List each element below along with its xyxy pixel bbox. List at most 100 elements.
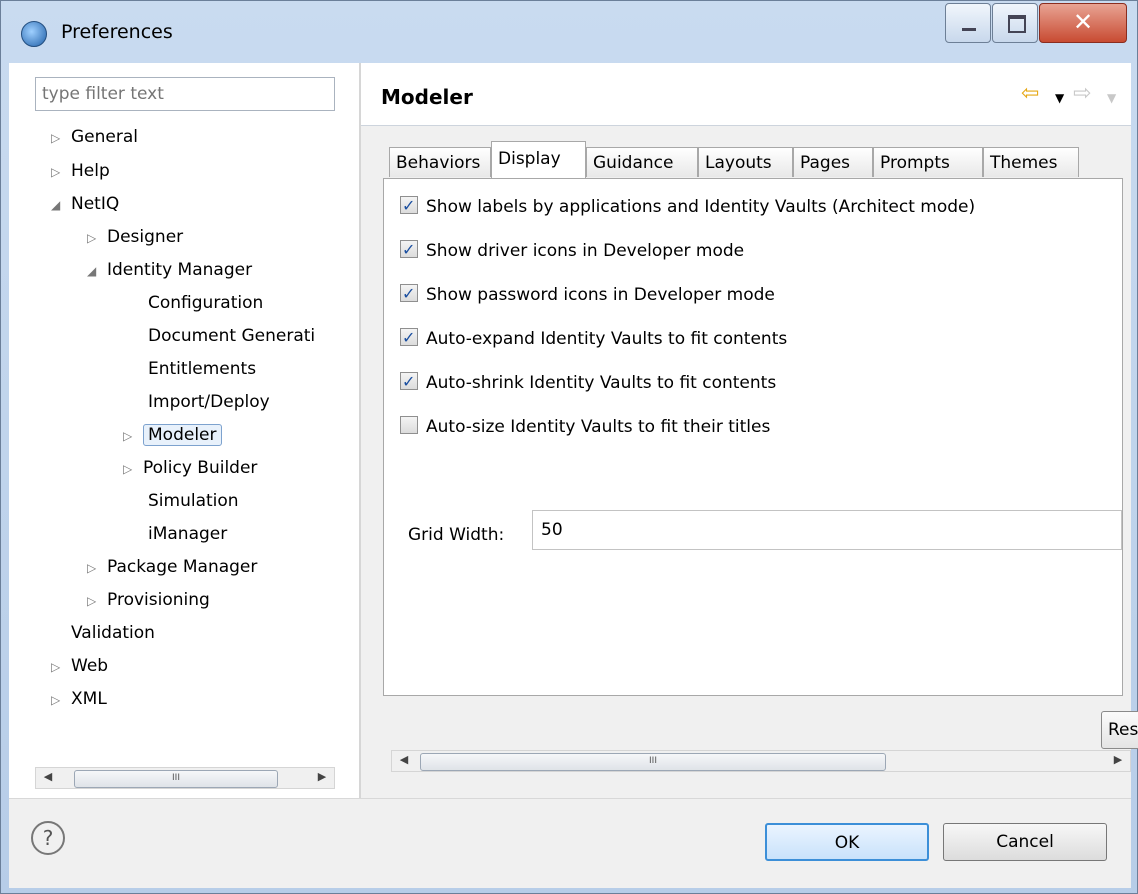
title-bar[interactable]: Preferences ✕ bbox=[1, 1, 1137, 63]
tree-item-label: iManager bbox=[148, 524, 228, 544]
close-icon: ✕ bbox=[1072, 8, 1094, 36]
expand-arrow-icon[interactable]: ▷ bbox=[87, 224, 107, 252]
checkbox[interactable] bbox=[400, 192, 418, 220]
tree-item-label: Document Generati bbox=[148, 326, 316, 346]
collapse-arrow-icon[interactable]: ◢ bbox=[87, 257, 107, 285]
option-label: Auto-expand Identity Vaults to fit conte… bbox=[426, 329, 788, 349]
tree-item-label: Designer bbox=[107, 227, 184, 247]
scroll-right-icon[interactable]: ▶ bbox=[1108, 753, 1128, 766]
expand-arrow-icon[interactable]: ▷ bbox=[51, 124, 71, 152]
tree-item-identity-manager[interactable]: ◢ Identity Manager bbox=[87, 256, 252, 284]
preference-tree-pane: ▷General ▷Help ◢NetIQ ▷Designer ◢Identit… bbox=[9, 63, 359, 798]
tree-item-package-manager[interactable]: ▷ Package Manager bbox=[87, 553, 257, 581]
minimize-button[interactable] bbox=[945, 3, 991, 43]
tree-item-label: Configuration bbox=[148, 293, 264, 313]
tab-guidance[interactable]: Guidance bbox=[586, 147, 698, 177]
scroll-left-icon[interactable]: ◀ bbox=[38, 770, 58, 783]
expand-arrow-icon[interactable]: ▷ bbox=[123, 422, 143, 450]
tree-item-help[interactable]: ▷ Help bbox=[51, 157, 110, 185]
option-label: Show password icons in Developer mode bbox=[426, 285, 775, 305]
back-dropdown-icon[interactable]: ▼ bbox=[1055, 91, 1064, 105]
tree-item-imanager[interactable]: iManager bbox=[148, 520, 227, 548]
close-button[interactable]: ✕ bbox=[1039, 3, 1127, 43]
expand-arrow-icon[interactable]: ▷ bbox=[51, 653, 71, 681]
ok-button[interactable]: OK bbox=[765, 823, 929, 861]
tree-item-import-deploy[interactable]: Import/Deploy bbox=[148, 388, 270, 416]
tree-item-label: Entitlements bbox=[148, 359, 257, 379]
window-title: Preferences bbox=[61, 21, 173, 43]
collapse-arrow-icon[interactable]: ◢ bbox=[51, 191, 71, 219]
button-bar: ? OK Cancel bbox=[9, 798, 1131, 888]
tree-item-designer[interactable]: ▷ Designer bbox=[87, 223, 183, 251]
tab-pages[interactable]: Pages bbox=[793, 147, 873, 177]
dialog-body: ▷General ▷Help ◢NetIQ ▷Designer ◢Identit… bbox=[9, 63, 1138, 888]
display-tab-panel: Show labels by applications and Identity… bbox=[383, 178, 1123, 696]
forward-arrow-icon[interactable]: ⇨ bbox=[1073, 81, 1091, 106]
tree-item-web[interactable]: ▷ Web bbox=[51, 652, 108, 680]
checkbox[interactable] bbox=[400, 236, 418, 264]
expand-arrow-icon[interactable]: ▷ bbox=[87, 587, 107, 615]
checkbox[interactable] bbox=[400, 280, 418, 308]
tree-item-netiq[interactable]: ◢ NetIQ bbox=[51, 190, 119, 218]
forward-dropdown-icon[interactable]: ▼ bbox=[1107, 91, 1116, 105]
checkbox[interactable] bbox=[400, 416, 418, 434]
tree-item-entitlements[interactable]: Entitlements bbox=[148, 355, 256, 383]
option-label: Show labels by applications and Identity… bbox=[426, 197, 976, 217]
tab-prompts[interactable]: Prompts bbox=[873, 147, 983, 177]
tree-item-document-generation[interactable]: Document Generati bbox=[148, 322, 315, 350]
help-icon[interactable]: ? bbox=[31, 821, 65, 855]
tree-item-label: Provisioning bbox=[107, 590, 210, 610]
tree-item-label: General bbox=[71, 127, 138, 147]
filter-input[interactable] bbox=[35, 77, 335, 111]
scrollbar-thumb[interactable]: III bbox=[420, 753, 886, 771]
tree-item-label: Validation bbox=[71, 623, 155, 643]
tree-item-configuration[interactable]: Configuration bbox=[148, 289, 263, 317]
option-show-driver-icons[interactable]: Show driver icons in Developer mode bbox=[400, 236, 745, 265]
grid-width-input[interactable] bbox=[532, 510, 1122, 550]
expand-arrow-icon[interactable]: ▷ bbox=[87, 554, 107, 582]
tree-item-label: XML bbox=[71, 689, 107, 709]
option-auto-shrink[interactable]: Auto-shrink Identity Vaults to fit conte… bbox=[400, 368, 777, 397]
back-arrow-icon[interactable]: ⇦ bbox=[1021, 81, 1039, 106]
tree-item-label-selected: Modeler bbox=[143, 424, 222, 446]
option-auto-expand[interactable]: Auto-expand Identity Vaults to fit conte… bbox=[400, 324, 788, 353]
eclipse-app-icon bbox=[21, 21, 47, 47]
maximize-button[interactable] bbox=[992, 3, 1038, 43]
tree-item-simulation[interactable]: Simulation bbox=[148, 487, 239, 515]
option-label: Auto-shrink Identity Vaults to fit conte… bbox=[426, 373, 777, 393]
scrollbar-thumb[interactable]: III bbox=[74, 770, 278, 788]
checkbox[interactable] bbox=[400, 368, 418, 396]
tree-item-xml[interactable]: ▷ XML bbox=[51, 685, 107, 713]
tab-behaviors[interactable]: Behaviors bbox=[389, 147, 491, 177]
tree-item-modeler[interactable]: ▷ Modeler bbox=[123, 421, 222, 449]
tree-item-label: Package Manager bbox=[107, 557, 258, 577]
option-show-labels[interactable]: Show labels by applications and Identity… bbox=[400, 192, 976, 221]
scroll-right-icon[interactable]: ▶ bbox=[312, 770, 332, 783]
expand-arrow-icon[interactable]: ▷ bbox=[123, 455, 143, 483]
tree-item-label: Simulation bbox=[148, 491, 239, 511]
scroll-left-icon[interactable]: ◀ bbox=[394, 753, 414, 766]
tree-item-general[interactable]: ▷ General bbox=[51, 123, 138, 151]
option-auto-size[interactable]: Auto-size Identity Vaults to fit their t… bbox=[400, 413, 770, 441]
tree-item-provisioning[interactable]: ▷ Provisioning bbox=[87, 586, 210, 614]
preferences-window: Preferences ✕ ▷General ▷Help ◢NetIQ ▷Des… bbox=[0, 0, 1138, 894]
tree-item-label: Policy Builder bbox=[143, 458, 258, 478]
page-horizontal-scrollbar[interactable]: ◀ III ▶ bbox=[391, 750, 1131, 772]
tree-item-policy-builder[interactable]: ▷ Policy Builder bbox=[123, 454, 257, 482]
page-header: Modeler ⇦ ▼ ⇨ ▼ ▼ bbox=[361, 63, 1131, 126]
cancel-button[interactable]: Cancel bbox=[943, 823, 1107, 861]
tree-horizontal-scrollbar[interactable]: ◀ III ▶ bbox=[35, 767, 335, 789]
tree-item-label: Identity Manager bbox=[107, 260, 253, 280]
tree-item-validation[interactable]: Validation bbox=[71, 619, 155, 647]
tab-layouts[interactable]: Layouts bbox=[698, 147, 793, 177]
checkbox[interactable] bbox=[400, 324, 418, 352]
expand-arrow-icon[interactable]: ▷ bbox=[51, 686, 71, 714]
option-label: Auto-size Identity Vaults to fit their t… bbox=[426, 417, 771, 437]
expand-arrow-icon[interactable]: ▷ bbox=[51, 158, 71, 186]
option-show-password-icons[interactable]: Show password icons in Developer mode bbox=[400, 280, 775, 309]
option-label: Show driver icons in Developer mode bbox=[426, 241, 745, 261]
tab-themes[interactable]: Themes bbox=[983, 147, 1079, 177]
grid-width-label: Grid Width: bbox=[408, 525, 505, 545]
tab-display[interactable]: Display bbox=[491, 141, 586, 179]
restore-defaults-button[interactable]: Restore Defaults bbox=[1101, 711, 1138, 749]
